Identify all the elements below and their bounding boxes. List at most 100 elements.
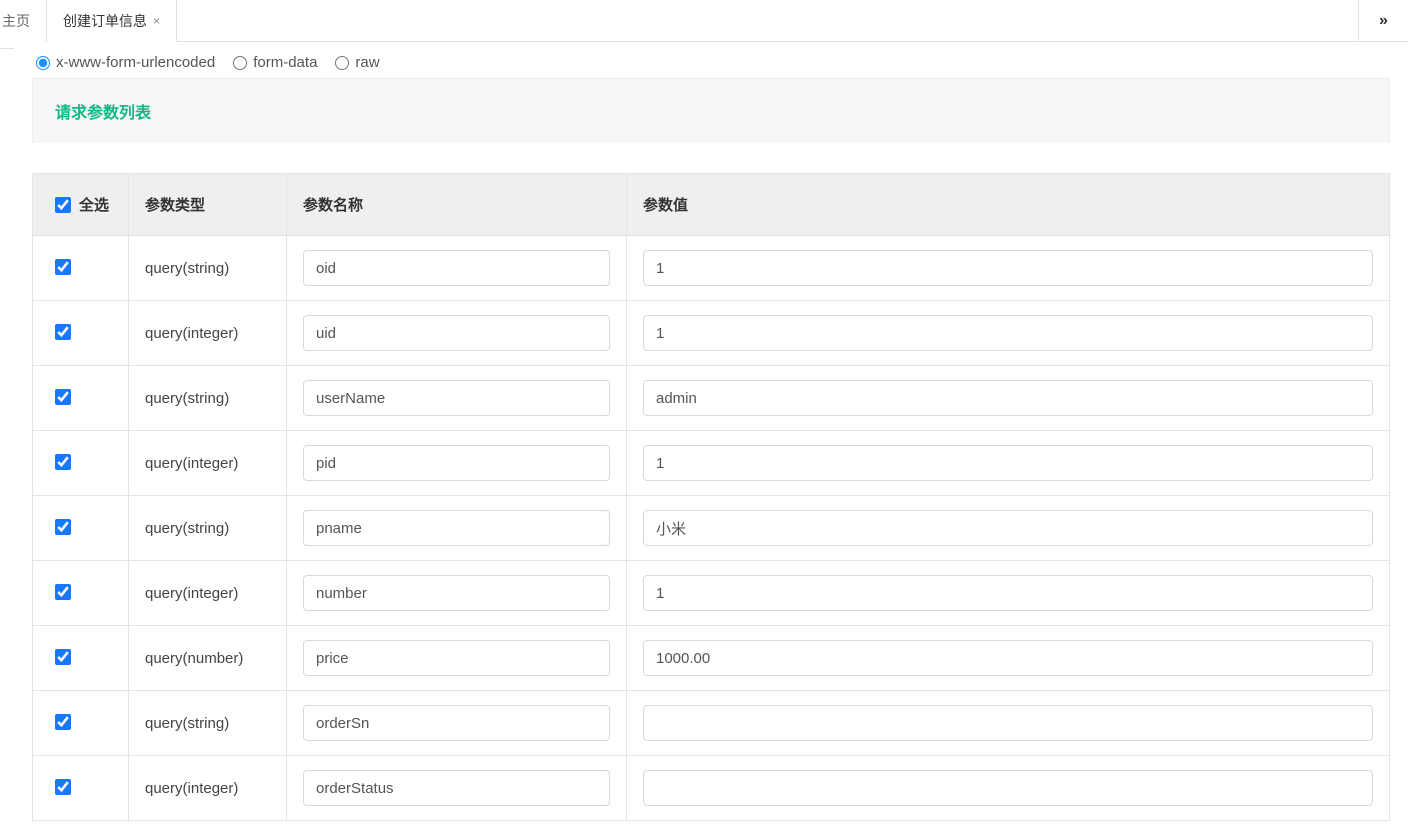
param-type-label: query(string) (145, 520, 229, 537)
tab-bar: 主页 创建订单信息 × » (0, 0, 1408, 42)
cell-param-name (287, 366, 627, 431)
param-name-input[interactable] (303, 640, 610, 676)
table-row: query(string) (33, 496, 1390, 561)
th-param-type: 参数类型 (129, 174, 287, 236)
tab-create-order-label: 创建订单信息 (63, 0, 147, 42)
body-type-formdata-label: form-data (253, 54, 317, 71)
row-checkbox[interactable] (55, 649, 71, 665)
cell-param-name (287, 691, 627, 756)
table-row: query(integer) (33, 431, 1390, 496)
param-value-input[interactable] (643, 380, 1373, 416)
divider (0, 48, 14, 49)
cell-param-value (627, 626, 1390, 691)
cell-param-value (627, 496, 1390, 561)
radio-urlencoded[interactable] (36, 56, 50, 70)
param-name-input[interactable] (303, 380, 610, 416)
cell-checkbox (33, 691, 129, 756)
cell-param-type: query(integer) (129, 301, 287, 366)
cell-checkbox (33, 301, 129, 366)
cell-param-type: query(string) (129, 691, 287, 756)
param-name-input[interactable] (303, 575, 610, 611)
close-icon[interactable]: × (153, 0, 160, 42)
cell-param-value (627, 236, 1390, 301)
table-row: query(integer) (33, 301, 1390, 366)
expand-tabs-button[interactable]: » (1358, 0, 1408, 42)
param-name-input[interactable] (303, 250, 610, 286)
body-type-urlencoded-label: x-www-form-urlencoded (56, 54, 215, 71)
double-chevron-right-icon: » (1379, 12, 1388, 30)
table-row: query(string) (33, 366, 1390, 431)
param-value-input[interactable] (643, 250, 1373, 286)
cell-param-type: query(integer) (129, 561, 287, 626)
param-name-input[interactable] (303, 510, 610, 546)
row-checkbox[interactable] (55, 584, 71, 600)
cell-param-type: query(number) (129, 626, 287, 691)
cell-param-value (627, 431, 1390, 496)
table-row: query(string) (33, 691, 1390, 756)
cell-checkbox (33, 431, 129, 496)
cell-param-value (627, 561, 1390, 626)
params-table: 全选 参数类型 参数名称 参数值 query(string) query(inte… (32, 173, 1390, 821)
cell-param-type: query(string) (129, 236, 287, 301)
cell-param-value (627, 301, 1390, 366)
row-checkbox[interactable] (55, 259, 71, 275)
params-table-container: 全选 参数类型 参数名称 参数值 query(string) query(inte… (32, 173, 1390, 821)
table-row: query(number) (33, 626, 1390, 691)
cell-param-type: query(string) (129, 496, 287, 561)
select-all-checkbox[interactable] (55, 197, 71, 213)
body-type-raw[interactable]: raw (335, 54, 379, 71)
param-value-input[interactable] (643, 770, 1373, 806)
section-header: 请求参数列表 (32, 78, 1390, 143)
cell-param-value (627, 756, 1390, 821)
param-value-input[interactable] (643, 575, 1373, 611)
cell-param-type: query(integer) (129, 756, 287, 821)
param-name-input[interactable] (303, 445, 610, 481)
tab-home-label: 主页 (2, 0, 30, 42)
param-value-input[interactable] (643, 640, 1373, 676)
cell-param-name (287, 301, 627, 366)
tab-create-order[interactable]: 创建订单信息 × (47, 0, 177, 42)
cell-checkbox (33, 626, 129, 691)
param-name-input[interactable] (303, 770, 610, 806)
cell-param-name (287, 431, 627, 496)
cell-checkbox (33, 236, 129, 301)
row-checkbox[interactable] (55, 454, 71, 470)
param-value-input[interactable] (643, 315, 1373, 351)
cell-param-name (287, 561, 627, 626)
cell-param-value (627, 691, 1390, 756)
cell-checkbox (33, 561, 129, 626)
cell-param-value (627, 366, 1390, 431)
th-param-value: 参数值 (627, 174, 1390, 236)
param-type-label: query(number) (145, 650, 243, 667)
th-param-name: 参数名称 (287, 174, 627, 236)
tab-home[interactable]: 主页 (0, 0, 47, 42)
param-type-label: query(string) (145, 260, 229, 277)
cell-param-name (287, 236, 627, 301)
param-type-label: query(integer) (145, 455, 238, 472)
row-checkbox[interactable] (55, 519, 71, 535)
body-type-formdata[interactable]: form-data (233, 54, 317, 71)
param-name-input[interactable] (303, 315, 610, 351)
param-name-input[interactable] (303, 705, 610, 741)
param-type-label: query(integer) (145, 780, 238, 797)
row-checkbox[interactable] (55, 324, 71, 340)
row-checkbox[interactable] (55, 779, 71, 795)
param-type-label: query(integer) (145, 585, 238, 602)
table-header-row: 全选 参数类型 参数名称 参数值 (33, 174, 1390, 236)
section-title: 请求参数列表 (55, 105, 151, 122)
row-checkbox[interactable] (55, 389, 71, 405)
radio-raw[interactable] (335, 56, 349, 70)
cell-checkbox (33, 496, 129, 561)
param-type-label: query(integer) (145, 325, 238, 342)
cell-checkbox (33, 366, 129, 431)
param-value-input[interactable] (643, 705, 1373, 741)
radio-formdata[interactable] (233, 56, 247, 70)
body-type-selector: x-www-form-urlencoded form-data raw (14, 42, 1408, 78)
cell-param-name (287, 756, 627, 821)
param-value-input[interactable] (643, 445, 1373, 481)
table-row: query(integer) (33, 756, 1390, 821)
row-checkbox[interactable] (55, 714, 71, 730)
body-type-urlencoded[interactable]: x-www-form-urlencoded (36, 54, 215, 71)
cell-checkbox (33, 756, 129, 821)
param-value-input[interactable] (643, 510, 1373, 546)
